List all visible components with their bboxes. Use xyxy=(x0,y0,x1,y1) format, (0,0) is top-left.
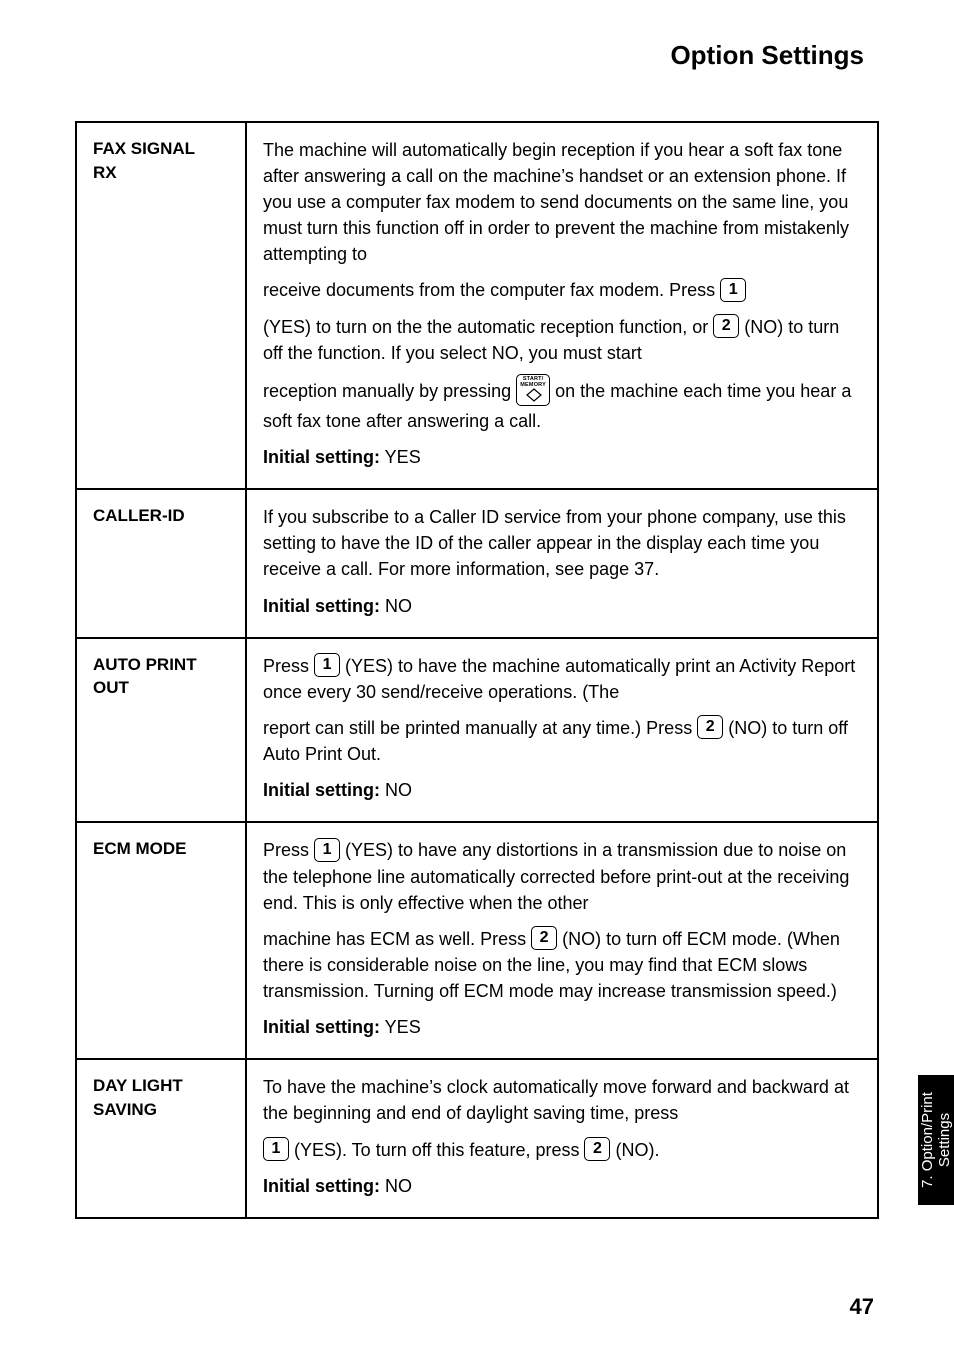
text: Press xyxy=(263,840,314,860)
value: NO xyxy=(380,596,412,616)
label-line: OUT xyxy=(93,678,129,697)
text: receive documents from the computer fax … xyxy=(263,280,720,300)
label-line: AUTO PRINT xyxy=(93,655,197,674)
label: Initial setting: xyxy=(263,1176,380,1196)
value: NO xyxy=(380,1176,412,1196)
row-label: AUTO PRINT OUT xyxy=(76,638,246,823)
options-table: FAX SIGNAL RX The machine will automatic… xyxy=(75,121,879,1219)
page-title: Option Settings xyxy=(75,40,864,71)
row-content: Press 1 (YES) to have the machine automa… xyxy=(246,638,878,823)
table-row: ECM MODE Press 1 (YES) to have any disto… xyxy=(76,822,878,1059)
paragraph: receive documents from the computer fax … xyxy=(263,277,861,303)
table-row: FAX SIGNAL RX The machine will automatic… xyxy=(76,122,878,489)
keypad-2-icon: 2 xyxy=(531,926,557,950)
value: YES xyxy=(380,447,421,467)
table-row: AUTO PRINT OUT Press 1 (YES) to have the… xyxy=(76,638,878,823)
paragraph: Press 1 (YES) to have any distortions in… xyxy=(263,837,861,915)
label: Initial setting: xyxy=(263,780,380,800)
start-memory-key-icon: START/ MEMORY xyxy=(516,374,550,406)
paragraph: reception manually by pressing START/ ME… xyxy=(263,376,861,434)
text: report can still be printed manually at … xyxy=(263,718,697,738)
initial-setting: Initial setting: YES xyxy=(263,1014,861,1040)
row-label: CALLER-ID xyxy=(76,489,246,637)
label-line: SAVING xyxy=(93,1100,157,1119)
keypad-2-icon: 2 xyxy=(713,314,739,338)
paragraph: machine has ECM as well. Press 2 (NO) to… xyxy=(263,926,861,1004)
paragraph: Press 1 (YES) to have the machine automa… xyxy=(263,653,861,705)
row-content: If you subscribe to a Caller ID service … xyxy=(246,489,878,637)
row-label: DAY LIGHT SAVING xyxy=(76,1059,246,1218)
text: Press xyxy=(263,656,314,676)
paragraph: To have the machine’s clock automaticall… xyxy=(263,1074,861,1126)
paragraph: If you subscribe to a Caller ID service … xyxy=(263,504,861,582)
initial-setting: Initial setting: YES xyxy=(263,444,861,470)
initial-setting: Initial setting: NO xyxy=(263,593,861,619)
row-label: FAX SIGNAL RX xyxy=(76,122,246,489)
label: Initial setting: xyxy=(263,447,380,467)
diamond-icon xyxy=(526,388,542,402)
value: NO xyxy=(380,780,412,800)
page-number: 47 xyxy=(850,1294,874,1320)
text: machine has ECM as well. Press xyxy=(263,929,531,949)
text: reception manually by pressing xyxy=(263,381,516,401)
keypad-1-icon: 1 xyxy=(314,838,340,862)
table-row: CALLER-ID If you subscribe to a Caller I… xyxy=(76,489,878,637)
row-content: Press 1 (YES) to have any distortions in… xyxy=(246,822,878,1059)
paragraph: report can still be printed manually at … xyxy=(263,715,861,767)
side-tab: 7. Option/Print Settings xyxy=(918,1075,954,1205)
keypad-1-icon: 1 xyxy=(263,1137,289,1161)
sidetab-line: 7. Option/Print xyxy=(919,1092,936,1188)
label: Initial setting: xyxy=(263,1017,380,1037)
initial-setting: Initial setting: NO xyxy=(263,777,861,803)
label-line: FAX SIGNAL xyxy=(93,139,195,158)
text: (YES). To turn off this feature, press xyxy=(289,1140,584,1160)
keypad-1-icon: 1 xyxy=(314,653,340,677)
text: (YES) to turn on the the automatic recep… xyxy=(263,317,713,337)
value: YES xyxy=(380,1017,421,1037)
label-line: DAY LIGHT xyxy=(93,1076,183,1095)
paragraph: 1 (YES). To turn off this feature, press… xyxy=(263,1137,861,1163)
row-content: To have the machine’s clock automaticall… xyxy=(246,1059,878,1218)
text: (YES) to have the machine automatically … xyxy=(263,656,855,702)
text: (YES) to have any distortions in a trans… xyxy=(263,840,849,912)
text: (NO). xyxy=(610,1140,659,1160)
label: Initial setting: xyxy=(263,596,380,616)
paragraph: The machine will automatically begin rec… xyxy=(263,137,861,267)
sidetab-line: Settings xyxy=(936,1113,953,1167)
keypad-1-icon: 1 xyxy=(720,278,746,302)
keypad-2-icon: 2 xyxy=(584,1137,610,1161)
label-line: RX xyxy=(93,163,117,182)
paragraph: (YES) to turn on the the automatic recep… xyxy=(263,314,861,366)
table-row: DAY LIGHT SAVING To have the machine’s c… xyxy=(76,1059,878,1218)
row-label: ECM MODE xyxy=(76,822,246,1059)
keypad-2-icon: 2 xyxy=(697,715,723,739)
initial-setting: Initial setting: NO xyxy=(263,1173,861,1199)
row-content: The machine will automatically begin rec… xyxy=(246,122,878,489)
